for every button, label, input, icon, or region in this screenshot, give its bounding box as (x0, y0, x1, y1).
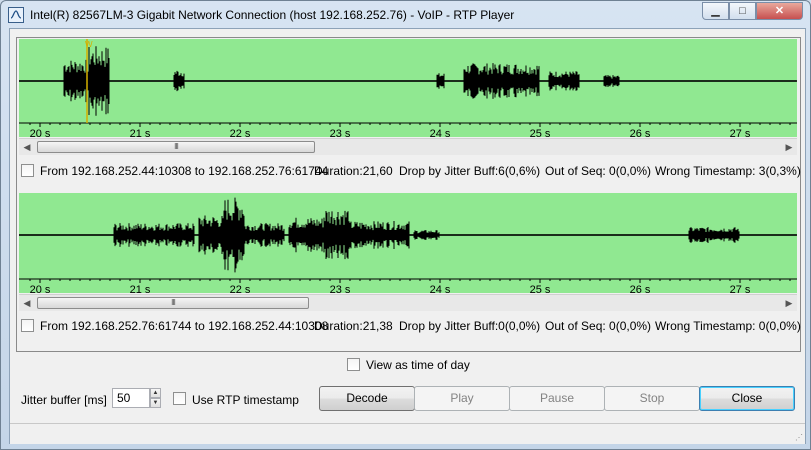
graph2-tick-label: 20 s (30, 284, 51, 293)
graph2-tick-label: 24 s (430, 284, 451, 293)
close-button[interactable]: Close (699, 386, 795, 411)
stream-2-wrong-timestamp: Wrong Timestamp: 0(0,0%) (655, 319, 801, 333)
stream-2-from: From 192.168.252.76:61744 to 192.168.252… (40, 319, 329, 333)
client-area: 20 s 21 s 22 s 23 s 24 s 25 s 26 s 27 s W ◀ III … (9, 28, 806, 444)
window-title: Intel(R) 82567LM-3 Gigabit Network Conne… (30, 8, 515, 22)
waveform-1-canvas: 20 s 21 s 22 s 23 s 24 s 25 s 26 s 27 s W (19, 39, 797, 137)
graph1-tick-label: 23 s (330, 128, 351, 137)
playback-marker-label: W (85, 40, 93, 49)
waveform-2-canvas: 20 s 21 s 22 s 23 s 24 s 25 s 26 s 27 s (19, 197, 797, 293)
jitter-buffer-input[interactable] (112, 388, 150, 408)
scroll-thumb-1[interactable]: III (37, 141, 315, 153)
graph1-tick-label: 25 s (530, 128, 551, 137)
graph2-tick-label: 22 s (230, 284, 251, 293)
play-button[interactable]: Play (414, 386, 510, 411)
scroll-right-arrow-icon[interactable]: ▶ (781, 295, 797, 311)
scroll-left-arrow-icon[interactable]: ◀ (19, 139, 35, 155)
stream-2-checkbox[interactable] (21, 319, 34, 332)
graph1-tick-label: 20 s (30, 128, 51, 137)
spin-down-arrow-icon[interactable]: ▼ (150, 398, 161, 408)
use-rtp-timestamp-checkbox[interactable] (173, 392, 186, 405)
stream-2-out-of-seq: Out of Seq: 0(0,0%) (545, 319, 652, 333)
horizontal-scrollbar-1[interactable]: ◀ III ▶ (19, 138, 797, 155)
scroll-left-arrow-icon[interactable]: ◀ (19, 295, 35, 311)
graph1-tick-label: 21 s (130, 128, 151, 137)
graph2-tick-label: 25 s (530, 284, 551, 293)
minimize-button[interactable]: ▁ (702, 2, 729, 20)
title-bar[interactable]: Intel(R) 82567LM-3 Gigabit Network Conne… (1, 1, 810, 29)
graph2-tick-label: 23 s (330, 284, 351, 293)
controls-area: View as time of day Jitter buffer [ms] ▲… (10, 351, 805, 444)
stream-1-wrong-timestamp: Wrong Timestamp: 3(0,3%) (655, 164, 801, 178)
stream-1-drop: Drop by Jitter Buff:6(0,6%) (399, 164, 541, 178)
stream-1-checkbox[interactable] (21, 164, 34, 177)
waveform-graph-2[interactable]: 20 s 21 s 22 s 23 s 24 s 25 s 26 s 27 s (19, 193, 797, 293)
waveform-app-icon (8, 7, 24, 23)
stop-button[interactable]: Stop (604, 386, 700, 411)
resize-grip-icon[interactable]: ⋰ (795, 433, 803, 442)
graphs-panel: 20 s 21 s 22 s 23 s 24 s 25 s 26 s 27 s W ◀ III … (16, 37, 801, 352)
scroll-thumb-2[interactable]: III (37, 297, 309, 309)
stream-row-1: From 192.168.252.44:10308 to 192.168.252… (19, 162, 801, 182)
graph1-tick-label: 26 s (630, 128, 651, 137)
graph2-tick-label: 21 s (130, 284, 151, 293)
graph1-tick-label: 22 s (230, 128, 251, 137)
graph2-tick-label: 26 s (630, 284, 651, 293)
scroll-right-arrow-icon[interactable]: ▶ (781, 139, 797, 155)
decode-button[interactable]: Decode (319, 386, 415, 411)
stream-2-drop: Drop by Jitter Buff:0(0,0%) (399, 319, 541, 333)
waveform-graph-1[interactable]: 20 s 21 s 22 s 23 s 24 s 25 s 26 s 27 s W (19, 39, 797, 137)
graph1-tick-label: 27 s (730, 128, 751, 137)
view-time-of-day-checkbox[interactable] (347, 358, 360, 371)
stream-1-from: From 192.168.252.44:10308 to 192.168.252… (40, 164, 329, 178)
stream-row-2: From 192.168.252.76:61744 to 192.168.252… (19, 317, 801, 337)
rtp-player-window: Intel(R) 82567LM-3 Gigabit Network Conne… (0, 0, 811, 450)
close-window-button[interactable]: ✕ (756, 2, 803, 20)
stream-2-duration: Duration:21,38 (314, 319, 393, 333)
view-time-of-day-label: View as time of day (366, 358, 470, 372)
graph2-tick-label: 27 s (730, 284, 751, 293)
stream-1-duration: Duration:21,60 (314, 164, 393, 178)
stream-1-out-of-seq: Out of Seq: 0(0,0%) (545, 164, 652, 178)
use-rtp-timestamp-label: Use RTP timestamp (192, 393, 299, 407)
spin-up-arrow-icon[interactable]: ▲ (150, 388, 161, 398)
status-bar: ⋰ (10, 423, 805, 444)
jitter-buffer-label: Jitter buffer [ms] (21, 393, 107, 407)
graph1-tick-label: 24 s (430, 128, 451, 137)
maximize-button[interactable]: □ (729, 2, 756, 20)
pause-button[interactable]: Pause (509, 386, 605, 411)
horizontal-scrollbar-2[interactable]: ◀ III ▶ (19, 294, 797, 311)
